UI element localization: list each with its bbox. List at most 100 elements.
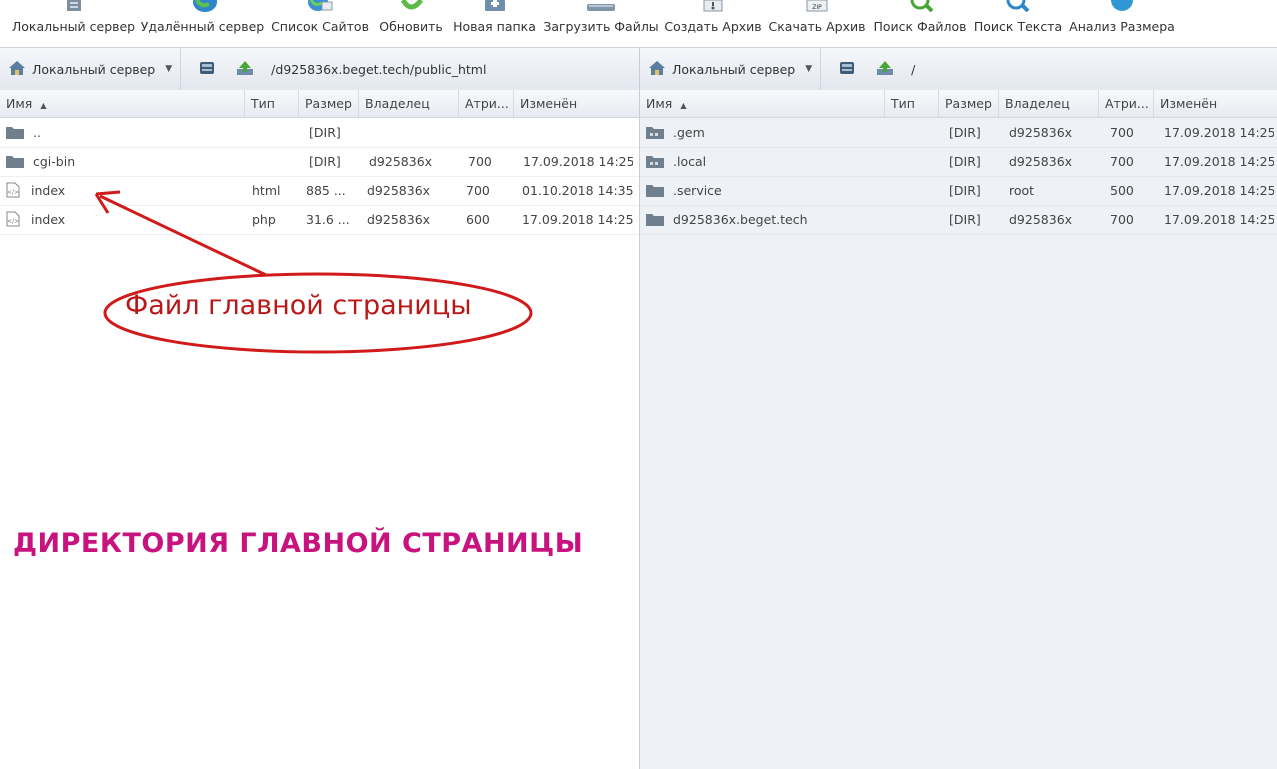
file-size: 31.6 ... bbox=[306, 212, 350, 227]
toolbar-create-archive-button[interactable]: Создать Архив bbox=[664, 0, 762, 45]
local-server-icon bbox=[60, 0, 88, 12]
file-owner: d925836x bbox=[367, 212, 431, 227]
file-attr: 700 bbox=[468, 154, 492, 169]
toolbar-download-archive-button[interactable]: ZIP Скачать Архив bbox=[769, 0, 866, 45]
file-attr: 700 bbox=[466, 183, 490, 198]
file-owner: d925836x bbox=[367, 183, 431, 198]
right-navbar: Локальный сервер ▼ / bbox=[640, 47, 1277, 91]
table-row[interactable]: </> index html 885 ... d925836x 700 01.1… bbox=[0, 176, 639, 206]
file-attr: 600 bbox=[466, 212, 490, 227]
upload-icon bbox=[587, 0, 615, 12]
toolbar-site-list-button[interactable]: Список Сайтов bbox=[271, 0, 369, 45]
col-owner[interactable]: Владелец bbox=[999, 90, 1099, 117]
table-row[interactable]: .gem [DIR] d925836x 700 17.09.2018 14:25… bbox=[640, 118, 1277, 148]
col-modified[interactable]: Изменён bbox=[1154, 90, 1277, 117]
col-type[interactable]: Тип bbox=[885, 90, 939, 117]
chevron-down-icon: ▼ bbox=[805, 64, 813, 74]
right-server-label: Локальный сервер bbox=[672, 61, 796, 77]
col-modified[interactable]: Изменён bbox=[514, 90, 639, 117]
site-list-icon bbox=[306, 0, 334, 12]
table-row[interactable]: .service [DIR] root 500 17.09.2018 14:25… bbox=[640, 176, 1277, 206]
col-attr[interactable]: Атри... bbox=[1099, 90, 1154, 117]
up-folder-icon bbox=[876, 60, 894, 79]
file-name: d925836x.beget.tech bbox=[673, 212, 808, 227]
right-disk-button[interactable] bbox=[835, 57, 859, 81]
left-server-label: Локальный сервер bbox=[32, 61, 156, 77]
home-icon bbox=[648, 60, 666, 79]
col-size[interactable]: Размер bbox=[939, 90, 999, 117]
file-attr: 700 bbox=[1110, 125, 1134, 140]
toolbar-upload-button[interactable]: Загрузить Файлы bbox=[543, 0, 659, 45]
annotation-directory-label: ДИРЕКТОРИЯ ГЛАВНОЙ СТРАНИЦЫ bbox=[13, 528, 584, 559]
toolbar-local-server-button[interactable]: Локальный сервер bbox=[12, 0, 135, 45]
annotation-file-label: Файл главной страницы bbox=[125, 290, 472, 321]
file-name: cgi-bin bbox=[33, 154, 76, 169]
col-name[interactable]: Имя ▲ bbox=[640, 90, 885, 117]
file-size: [DIR] bbox=[949, 125, 981, 140]
file-type: html bbox=[252, 183, 281, 198]
svg-text:ZIP: ZIP bbox=[812, 4, 822, 11]
table-row[interactable]: d925836x.beget.tech [DIR] d925836x 700 1… bbox=[640, 205, 1277, 235]
right-panel: Локальный сервер ▼ / Имя ▲ Тип Размер Вла… bbox=[640, 47, 1277, 769]
file-attr: 700 bbox=[1110, 212, 1134, 227]
toolbar-new-folder-button[interactable]: Новая папка bbox=[453, 0, 536, 45]
file-owner: d925836x bbox=[369, 154, 433, 169]
file-size: [DIR] bbox=[949, 154, 981, 169]
file-name: index bbox=[31, 212, 66, 227]
left-panel: Локальный сервер ▼ /d925836x.beget.tech/… bbox=[0, 47, 640, 769]
file-name: index bbox=[31, 183, 66, 198]
file-size: [DIR] bbox=[949, 183, 981, 198]
left-server-select[interactable]: Локальный сервер ▼ bbox=[0, 48, 180, 90]
file-size: 885 ... bbox=[306, 183, 346, 198]
left-column-header: Имя ▲ Тип Размер Владелец Атри... Изменён bbox=[0, 90, 639, 118]
refresh-icon bbox=[397, 0, 425, 12]
toolbar-text-search-button[interactable]: Поиск Текста bbox=[974, 0, 1062, 45]
file-modified: 17.09.2018 14:25... bbox=[1164, 212, 1274, 227]
table-row[interactable]: .. [DIR] bbox=[0, 118, 639, 148]
text-search-icon bbox=[1004, 0, 1032, 12]
left-disk-button[interactable] bbox=[195, 57, 219, 81]
folder-icon bbox=[6, 125, 24, 142]
disk-icon bbox=[838, 60, 856, 79]
file-modified: 01.10.2018 14:35... bbox=[522, 183, 634, 198]
right-server-select[interactable]: Локальный сервер ▼ bbox=[640, 48, 820, 90]
up-folder-icon bbox=[236, 60, 254, 79]
right-path: / bbox=[911, 61, 916, 77]
col-type[interactable]: Тип bbox=[245, 90, 299, 117]
right-up-dir-button[interactable] bbox=[873, 57, 897, 81]
create-archive-icon bbox=[699, 0, 727, 12]
file-attr: 500 bbox=[1110, 183, 1134, 198]
col-name[interactable]: Имя ▲ bbox=[0, 90, 245, 117]
file-attr: 700 bbox=[1110, 154, 1134, 169]
file-modified: 17.09.2018 14:25... bbox=[1164, 154, 1274, 169]
file-owner: root bbox=[1009, 183, 1035, 198]
file-name: .local bbox=[673, 154, 707, 169]
table-row[interactable]: </> index php 31.6 ... d925836x 600 17.0… bbox=[0, 205, 639, 235]
folder-icon bbox=[646, 212, 664, 229]
table-row[interactable]: cgi-bin [DIR] d925836x 700 17.09.2018 14… bbox=[0, 147, 639, 177]
file-modified: 17.09.2018 14:25... bbox=[523, 154, 633, 169]
toolbar-refresh-button[interactable]: Обновить bbox=[379, 0, 443, 45]
left-up-dir-button[interactable] bbox=[233, 57, 257, 81]
size-analysis-icon bbox=[1108, 0, 1136, 12]
file-size: [DIR] bbox=[949, 212, 981, 227]
toolbar-remote-server-button[interactable]: Удалённый сервер bbox=[141, 0, 264, 45]
file-modified: 17.09.2018 14:25... bbox=[1164, 125, 1274, 140]
folder-icon bbox=[646, 183, 664, 200]
folder-icon bbox=[646, 125, 664, 142]
col-owner[interactable]: Владелец bbox=[359, 90, 459, 117]
sort-asc-icon: ▲ bbox=[40, 101, 47, 110]
toolbar-size-analysis-button[interactable]: Анализ Размера bbox=[1069, 0, 1175, 45]
file-size: [DIR] bbox=[309, 154, 341, 169]
file-modified: 17.09.2018 14:25... bbox=[522, 212, 634, 227]
col-attr[interactable]: Атри... bbox=[459, 90, 514, 117]
disk-icon bbox=[198, 60, 216, 79]
code-file-icon: </> bbox=[6, 211, 20, 230]
col-size[interactable]: Размер bbox=[299, 90, 359, 117]
divider bbox=[820, 48, 822, 90]
toolbar-file-search-button[interactable]: Поиск Файлов bbox=[873, 0, 967, 45]
file-search-icon bbox=[906, 0, 934, 12]
code-file-icon: </> bbox=[6, 182, 20, 201]
file-owner: d925836x bbox=[1009, 212, 1073, 227]
table-row[interactable]: .local [DIR] d925836x 700 17.09.2018 14:… bbox=[640, 147, 1277, 177]
